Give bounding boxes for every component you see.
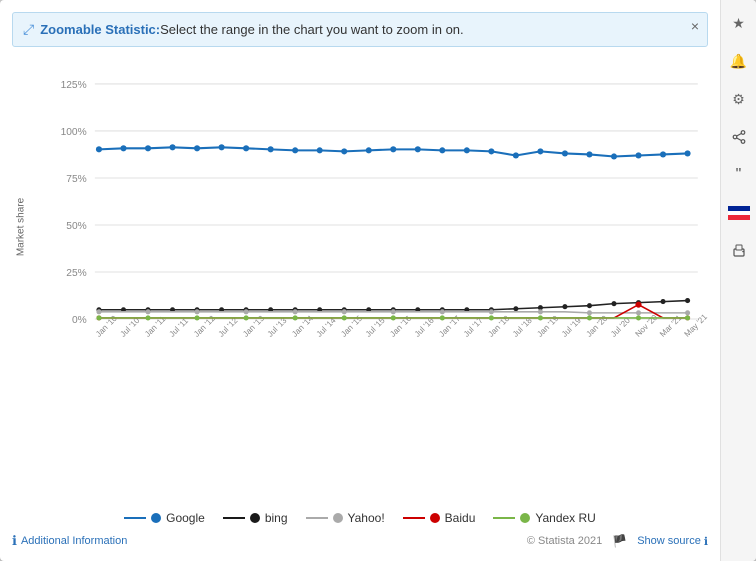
legend-google-line xyxy=(124,517,146,519)
legend-yahoo: Yahoo! xyxy=(306,511,385,525)
copyright-text: © Statista 2021 xyxy=(527,535,602,547)
main-card: ⤢ Zoomable Statistic: Select the range i… xyxy=(0,0,756,561)
additional-info-label: Additional Information xyxy=(21,535,127,547)
legend-bing-label: bing xyxy=(265,511,288,525)
banner-close-button[interactable]: × xyxy=(691,19,699,33)
legend-baidu-line xyxy=(403,517,425,519)
show-source-button[interactable]: Show source ℹ xyxy=(637,535,708,548)
chart-legend: Google bing Yahoo! Baidu Yandex RU xyxy=(12,511,708,525)
zoom-icon: ⤢ xyxy=(23,21,34,38)
gear-icon[interactable]: ⚙ xyxy=(726,86,752,112)
sidebar: ★ 🔔 ⚙ " xyxy=(720,0,756,561)
print-icon[interactable] xyxy=(726,238,752,264)
legend-bing-dot xyxy=(250,513,260,523)
svg-text:75%: 75% xyxy=(66,174,86,185)
legend-yahoo-label: Yahoo! xyxy=(348,511,385,525)
chart-container[interactable]: 125% 100% 75% 50% 25% xyxy=(54,57,708,397)
legend-baidu-label: Baidu xyxy=(445,511,476,525)
chart-area: Market share 125% 100% 75% 5 xyxy=(12,57,708,501)
show-source-icon: ℹ xyxy=(704,535,708,548)
svg-text:0%: 0% xyxy=(72,315,87,326)
banner-bold: Zoomable Statistic: xyxy=(40,22,160,37)
footer-right: © Statista 2021 🏴 Show source ℹ xyxy=(527,534,708,548)
legend-bing-line xyxy=(223,517,245,519)
svg-text:25%: 25% xyxy=(66,268,86,279)
chart-svg[interactable]: 125% 100% 75% 50% 25% xyxy=(54,57,708,397)
legend-bing: bing xyxy=(223,511,288,525)
svg-text:100%: 100% xyxy=(61,127,87,138)
star-icon[interactable]: ★ xyxy=(726,10,752,36)
legend-google-label: Google xyxy=(166,511,205,525)
flag-icon[interactable] xyxy=(726,200,752,226)
legend-yandex-label: Yandex RU xyxy=(535,511,595,525)
legend-yahoo-dot xyxy=(333,513,343,523)
share-icon[interactable] xyxy=(726,124,752,150)
svg-text:125%: 125% xyxy=(61,80,87,91)
legend-yandex-dot xyxy=(520,513,530,523)
legend-baidu-dot xyxy=(430,513,440,523)
chart-footer: ℹ Additional Information © Statista 2021… xyxy=(12,533,708,549)
legend-google: Google xyxy=(124,511,205,525)
legend-yandex: Yandex RU xyxy=(493,511,595,525)
legend-yahoo-line xyxy=(306,517,328,519)
info-icon: ℹ xyxy=(12,533,17,549)
legend-google-dot xyxy=(151,513,161,523)
statista-flag: 🏴 xyxy=(612,534,627,548)
main-content: ⤢ Zoomable Statistic: Select the range i… xyxy=(0,0,720,561)
svg-text:50%: 50% xyxy=(66,221,86,232)
banner-text: Select the range in the chart you want t… xyxy=(160,22,464,37)
show-source-label: Show source xyxy=(637,535,701,547)
bell-icon[interactable]: 🔔 xyxy=(726,48,752,74)
y-axis-label: Market share xyxy=(16,198,27,256)
legend-baidu: Baidu xyxy=(403,511,476,525)
zoom-banner: ⤢ Zoomable Statistic: Select the range i… xyxy=(12,12,708,47)
legend-yandex-line xyxy=(493,517,515,519)
google-dots xyxy=(96,144,691,159)
quote-icon[interactable]: " xyxy=(726,162,752,188)
additional-info-button[interactable]: ℹ Additional Information xyxy=(12,533,127,549)
